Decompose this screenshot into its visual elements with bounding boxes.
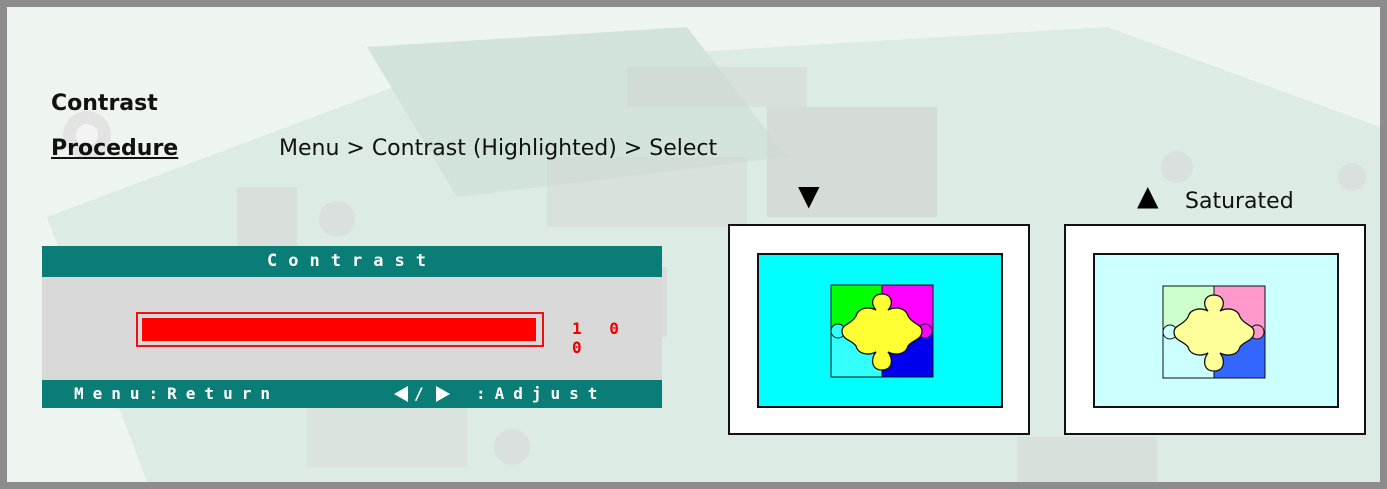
monitor-preview-saturated	[1064, 224, 1366, 435]
osd-arrow-separator: /	[414, 384, 433, 403]
puzzle-image-saturated	[1162, 285, 1266, 379]
puzzle-image-low	[830, 284, 934, 378]
osd-menu-return-hint: Menu:Return	[74, 384, 279, 403]
monitor-preview-low	[728, 224, 1030, 435]
osd-right-arrow-icon	[436, 386, 450, 402]
decrease-marker-icon: ▼	[798, 179, 820, 212]
monitor-screen-low	[757, 253, 1003, 408]
contrast-slider-fill	[142, 318, 536, 341]
monitor-screen-saturated	[1093, 253, 1339, 408]
procedure-label: Procedure	[51, 136, 179, 161]
contrast-slider[interactable]	[136, 312, 544, 347]
osd-title: Contrast	[42, 246, 662, 277]
osd-left-arrow-icon	[394, 386, 408, 402]
section-title: Contrast	[51, 91, 158, 116]
increase-marker-icon: ▲	[1137, 179, 1159, 212]
saturated-label: Saturated	[1185, 189, 1294, 214]
osd-footer: Menu:Return / :Adjust	[42, 380, 662, 408]
contrast-osd-menu: Contrast 1 0 0 Menu:Return / :Adjust	[42, 246, 662, 408]
slide-frame: Contrast Procedure Menu > Contrast (High…	[0, 0, 1387, 489]
contrast-value: 1 0 0	[572, 319, 628, 357]
procedure-steps: Menu > Contrast (Highlighted) > Select	[279, 136, 718, 161]
osd-adjust-hint: :Adjust	[476, 384, 607, 403]
